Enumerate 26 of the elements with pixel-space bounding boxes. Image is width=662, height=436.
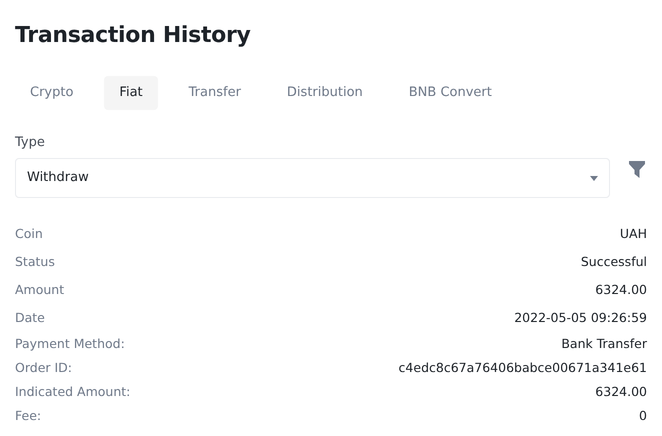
field-label: Type [15,134,46,152]
detail-value: c4edc8c67a76406babce00671a341e61 [398,358,647,377]
detail-label: Order ID: [15,358,72,377]
detail-label: Payment Method: [15,334,125,353]
detail-value: 2022-05-05 09:26:59 [514,308,647,327]
tab[interactable]: Fiat [104,76,158,110]
detail-value: Bank Transfer [561,334,647,353]
filter-icon[interactable] [629,160,645,178]
type-dropdown[interactable]: Withdraw [15,158,610,198]
page-title: Transaction History [15,22,252,50]
detail-value: UAH [620,224,647,243]
caret-icon [590,176,598,180]
detail-value: Successful [580,252,647,271]
tab[interactable]: Distribution [272,76,378,110]
detail-label: Coin [15,224,43,243]
detail-label: Amount [15,280,64,299]
tab[interactable]: BNB Convert [394,76,507,110]
tab[interactable]: Crypto [15,76,88,110]
tab[interactable]: Transfer [174,76,256,110]
detail-value: 6324.00 [595,280,647,299]
detail-value: 6324.00 [595,382,647,401]
detail-label: Indicated Amount: [15,382,130,401]
detail-label: Date [15,308,45,327]
detail-label: Status [15,252,55,271]
detail-value: 0 [639,406,647,425]
detail-label: Fee: [15,406,42,425]
